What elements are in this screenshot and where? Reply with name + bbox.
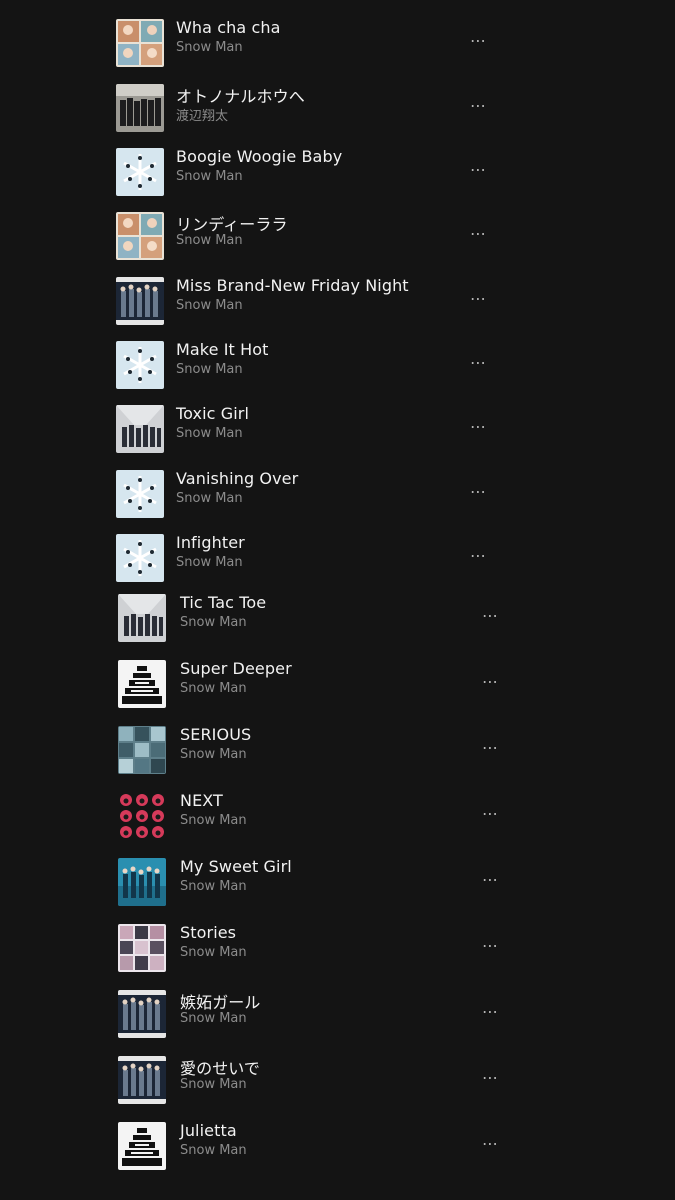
track-title: Stories [180, 923, 237, 942]
more-horizontal-icon[interactable]: ⋯ [482, 1136, 498, 1152]
track-artist: Snow Man [180, 945, 247, 960]
track-row-14[interactable]: My Sweet Girl Snow Man ⋯ [0, 852, 675, 912]
track-row-8[interactable]: Vanishing Over Snow Man ⋯ [0, 464, 675, 524]
album-art [118, 1122, 166, 1170]
more-horizontal-icon[interactable]: ⋯ [482, 740, 498, 756]
track-artist: Snow Man [180, 1143, 247, 1158]
track-artist: 渡辺翔太 [176, 109, 229, 124]
track-title: NEXT [180, 791, 223, 810]
more-horizontal-icon[interactable]: ⋯ [482, 608, 498, 624]
track-title: 嫉妬ガール [180, 993, 261, 1012]
album-art [116, 405, 164, 453]
track-row-7[interactable]: Toxic Girl Snow Man ⋯ [0, 399, 675, 459]
album-art [116, 19, 164, 67]
album-art [118, 924, 166, 972]
track-row-1[interactable]: Wha cha cha Snow Man ⋯ [0, 13, 675, 73]
album-art [118, 594, 166, 642]
track-row-6[interactable]: Make It Hot Snow Man ⋯ [0, 335, 675, 395]
more-horizontal-icon[interactable]: ⋯ [482, 806, 498, 822]
track-artist: Snow Man [180, 879, 247, 894]
track-artist: Snow Man [180, 1011, 247, 1026]
album-art [116, 341, 164, 389]
track-title: Infighter [176, 533, 245, 552]
track-row-9[interactable]: Infighter Snow Man ⋯ [0, 528, 675, 588]
track-row-15[interactable]: Stories Snow Man ⋯ [0, 918, 675, 978]
album-art [118, 1056, 166, 1104]
track-artist: Snow Man [180, 1077, 247, 1092]
track-row-12[interactable]: SERIOUS Snow Man ⋯ [0, 720, 675, 780]
track-row-16[interactable]: 嫉妬ガール Snow Man ⋯ [0, 984, 675, 1044]
track-title: Super Deeper [180, 659, 292, 678]
track-artist: Snow Man [176, 169, 243, 184]
track-title: Boogie Woogie Baby [176, 147, 343, 166]
track-artist: Snow Man [180, 747, 247, 762]
track-artist: Snow Man [180, 615, 247, 630]
track-artist: Snow Man [176, 491, 243, 506]
track-artist: Snow Man [180, 813, 247, 828]
track-row-17[interactable]: 愛のせいで Snow Man ⋯ [0, 1050, 675, 1110]
album-art [118, 990, 166, 1038]
album-art [116, 212, 164, 260]
track-title: Toxic Girl [176, 404, 250, 423]
more-horizontal-icon[interactable]: ⋯ [470, 419, 486, 435]
track-artist: Snow Man [176, 362, 243, 377]
album-art [116, 277, 164, 325]
more-horizontal-icon[interactable]: ⋯ [470, 98, 486, 114]
track-title: Julietta [180, 1121, 237, 1140]
more-horizontal-icon[interactable]: ⋯ [482, 1004, 498, 1020]
track-row-13[interactable]: NEXT Snow Man ⋯ [0, 786, 675, 846]
more-horizontal-icon[interactable]: ⋯ [482, 938, 498, 954]
more-horizontal-icon[interactable]: ⋯ [470, 291, 486, 307]
track-row-11[interactable]: Super Deeper Snow Man ⋯ [0, 654, 675, 714]
more-horizontal-icon[interactable]: ⋯ [482, 674, 498, 690]
track-artist: Snow Man [180, 681, 247, 696]
track-artist: Snow Man [176, 233, 243, 248]
track-title: Tic Tac Toe [180, 593, 267, 612]
track-title: 愛のせいで [180, 1059, 261, 1078]
track-artist: Snow Man [176, 426, 243, 441]
more-horizontal-icon[interactable]: ⋯ [470, 33, 486, 49]
track-row-3[interactable]: Boogie Woogie Baby Snow Man ⋯ [0, 142, 675, 202]
album-art [118, 726, 166, 774]
more-horizontal-icon[interactable]: ⋯ [470, 226, 486, 242]
track-title: My Sweet Girl [180, 857, 292, 876]
track-artist: Snow Man [176, 555, 243, 570]
album-art [118, 660, 166, 708]
more-horizontal-icon[interactable]: ⋯ [470, 548, 486, 564]
more-horizontal-icon[interactable]: ⋯ [470, 484, 486, 500]
track-title: Wha cha cha [176, 18, 281, 37]
track-title: Vanishing Over [176, 469, 299, 488]
track-row-4[interactable]: リンディーララ Snow Man ⋯ [0, 206, 675, 266]
album-art [118, 792, 166, 840]
track-row-5[interactable]: Miss Brand-New Friday Night Snow Man ⋯ [0, 271, 675, 331]
track-title: SERIOUS [180, 725, 252, 744]
track-title: Make It Hot [176, 340, 269, 359]
track-title: オトノナルホウへ [176, 87, 305, 106]
album-art [116, 84, 164, 132]
more-horizontal-icon[interactable]: ⋯ [482, 1070, 498, 1086]
album-art [116, 148, 164, 196]
track-row-18[interactable]: Julietta Snow Man ⋯ [0, 1116, 675, 1176]
more-horizontal-icon[interactable]: ⋯ [470, 162, 486, 178]
track-artist: Snow Man [176, 298, 243, 313]
track-row-10[interactable]: Tic Tac Toe Snow Man ⋯ [0, 588, 675, 648]
track-title: リンディーララ [176, 215, 288, 234]
track-row-2[interactable]: オトノナルホウへ 渡辺翔太 ⋯ [0, 78, 675, 138]
album-art [116, 534, 164, 582]
album-art [116, 470, 164, 518]
album-art [118, 858, 166, 906]
more-horizontal-icon[interactable]: ⋯ [470, 355, 486, 371]
track-title: Miss Brand-New Friday Night [176, 276, 409, 295]
more-horizontal-icon[interactable]: ⋯ [482, 872, 498, 888]
track-artist: Snow Man [176, 40, 243, 55]
